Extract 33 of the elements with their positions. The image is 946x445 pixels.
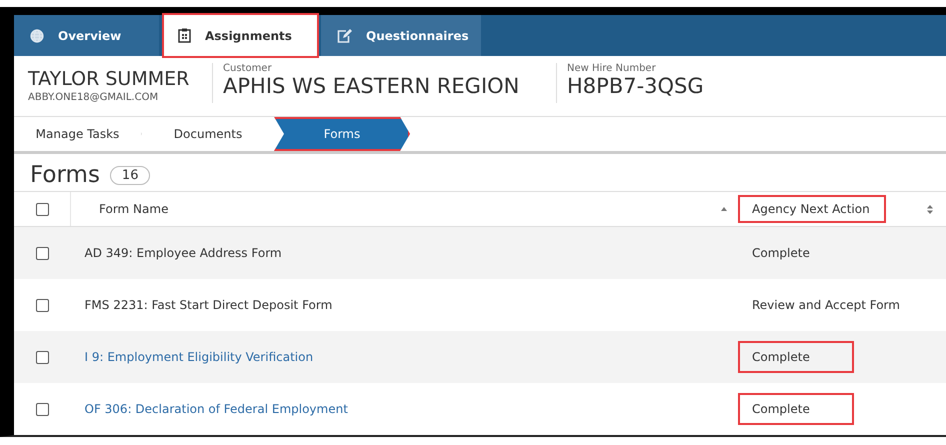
- sort-icon[interactable]: [927, 204, 933, 214]
- table-cell-text: Complete: [752, 245, 811, 262]
- clipboard-icon: [178, 28, 191, 44]
- column-header[interactable]: Form Name: [85, 195, 182, 223]
- field-label: New Hire Number: [567, 62, 657, 74]
- row-checkbox[interactable]: [36, 403, 49, 416]
- row-checkbox[interactable]: [36, 299, 49, 312]
- table-cell: Complete: [738, 341, 854, 373]
- field-label: Customer: [223, 62, 273, 74]
- select-all-checkbox[interactable]: [36, 203, 48, 216]
- field-value: H8PB7-3QSG: [567, 74, 704, 98]
- table-cell: Complete: [738, 393, 854, 425]
- nav-tab[interactable]: Assignments: [164, 15, 317, 56]
- count-badge: 16: [110, 166, 150, 184]
- nav-tab[interactable]: Questionnaires: [321, 15, 481, 56]
- nav-tab[interactable]: Overview: [14, 15, 159, 56]
- breadcrumb-step[interactable]: Forms: [274, 116, 410, 151]
- field-value: APHIS WS EASTERN REGION: [223, 74, 520, 98]
- edit-icon: [337, 28, 352, 43]
- person-email: ABBY.ONE18@GMAIL.COM: [28, 92, 160, 104]
- person-name: TAYLOR SUMMER: [28, 68, 190, 90]
- globe-icon: [30, 28, 44, 43]
- form-link[interactable]: I 9: Employment Eligibility Verification: [84, 350, 314, 364]
- column-header[interactable]: Agency Next Action: [738, 195, 886, 223]
- row-checkbox[interactable]: [36, 247, 49, 260]
- form-name: AD 349: Employee Address Form: [84, 246, 282, 260]
- sort-icon[interactable]: [721, 207, 727, 211]
- breadcrumb-step[interactable]: Documents: [142, 116, 274, 151]
- section-title: Forms: [30, 162, 100, 188]
- form-link[interactable]: OF 306: Declaration of Federal Employment: [84, 402, 348, 416]
- row-checkbox[interactable]: [36, 351, 49, 364]
- form-name: FMS 2231: Fast Start Direct Deposit Form: [84, 298, 332, 312]
- table-cell-text: Review and Accept Form: [752, 297, 901, 314]
